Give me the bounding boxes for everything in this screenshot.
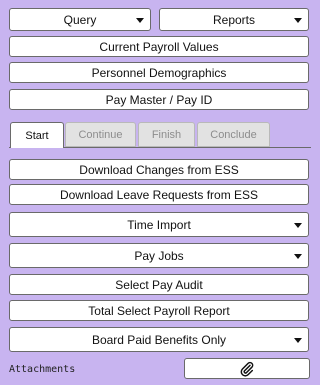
tab-continue[interactable]: Continue <box>65 122 136 147</box>
total-select-payroll-report-label: Total Select Payroll Report <box>88 303 230 318</box>
download-changes-button[interactable]: Download Changes from ESS <box>9 159 309 180</box>
chevron-down-icon <box>136 17 144 23</box>
tab-continue-label: Continue <box>78 128 123 141</box>
tab-conclude[interactable]: Conclude <box>197 122 270 147</box>
download-leave-requests-button[interactable]: Download Leave Requests from ESS <box>9 184 309 205</box>
chevron-down-icon <box>294 17 302 23</box>
select-pay-audit-label: Select Pay Audit <box>115 277 203 292</box>
total-select-payroll-report-button[interactable]: Total Select Payroll Report <box>9 300 309 321</box>
personnel-demographics-label: Personnel Demographics <box>91 65 227 80</box>
tab-finish-label: Finish <box>151 128 182 141</box>
pay-master-label: Pay Master / Pay ID <box>105 92 213 107</box>
download-changes-label: Download Changes from ESS <box>79 162 239 177</box>
pay-jobs-dropdown[interactable]: Pay Jobs <box>9 243 309 268</box>
chevron-down-icon <box>294 222 302 228</box>
query-label: Query <box>63 12 97 27</box>
time-import-label: Time Import <box>127 217 191 232</box>
download-leave-requests-label: Download Leave Requests from ESS <box>59 187 259 202</box>
query-dropdown[interactable]: Query <box>9 8 151 31</box>
attach-file-button[interactable] <box>184 358 310 379</box>
tab-finish[interactable]: Finish <box>138 122 195 147</box>
tab-start[interactable]: Start <box>10 122 64 148</box>
pay-jobs-label: Pay Jobs <box>134 248 184 263</box>
attachments-label: Attachments <box>9 364 76 375</box>
reports-label: Reports <box>212 12 256 27</box>
board-paid-benefits-label: Board Paid Benefits Only <box>91 332 227 347</box>
chevron-down-icon <box>294 337 302 343</box>
time-import-dropdown[interactable]: Time Import <box>9 212 309 237</box>
current-payroll-values-label: Current Payroll Values <box>99 39 219 54</box>
current-payroll-values-button[interactable]: Current Payroll Values <box>9 36 309 57</box>
pay-master-button[interactable]: Pay Master / Pay ID <box>9 89 309 110</box>
tab-start-label: Start <box>25 129 49 142</box>
tab-conclude-label: Conclude <box>210 128 257 141</box>
paperclip-icon <box>240 361 254 377</box>
reports-dropdown[interactable]: Reports <box>159 8 309 31</box>
select-pay-audit-button[interactable]: Select Pay Audit <box>9 274 309 295</box>
board-paid-benefits-dropdown[interactable]: Board Paid Benefits Only <box>9 327 309 352</box>
personnel-demographics-button[interactable]: Personnel Demographics <box>9 62 309 83</box>
chevron-down-icon <box>294 253 302 259</box>
